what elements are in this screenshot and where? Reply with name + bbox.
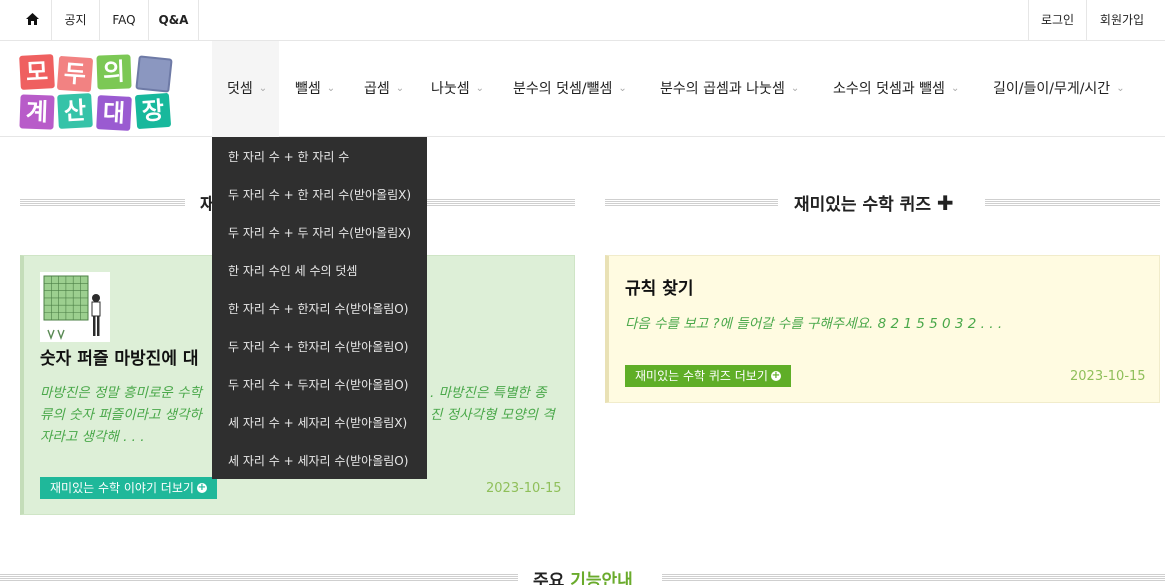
desc-line: 진 정사각형 모양의 격 (430, 407, 555, 423)
login-link[interactable]: 로그인 (1028, 0, 1087, 40)
signup-link[interactable]: 회원가입 (1087, 0, 1157, 40)
nav-label: 소수의 덧셈과 뺄셈 (833, 81, 945, 97)
top-utility-bar: 공지 FAQ Q&A 로그인 회원가입 (0, 0, 1165, 41)
title-decor-lines (605, 199, 778, 206)
quiz-section-text: 재미있는 수학 퀴즈 (794, 195, 931, 215)
quiz-card[interactable]: 규칙 찾기 다음 수를 보고 ?에 들어갈 수를 구해주세요. 8 2 1 5 … (605, 255, 1160, 403)
dropdown-item[interactable]: 세 자리 수 + 세자리 수(받아올림X) (228, 414, 407, 431)
quiz-section-title: 재미있는 수학 퀴즈 ✚ (605, 190, 1160, 215)
title-decor-lines (20, 199, 185, 206)
quiz-more-button[interactable]: 재미있는 수학 퀴즈 더보기 + (625, 365, 791, 387)
nav-item-fraction-mul-div[interactable]: 분수의 곱셈과 나눗셈 ⌄ (660, 41, 799, 137)
title-decor-lines (0, 574, 518, 581)
logo-tile: 두 (56, 55, 94, 93)
chevron-down-icon: ⌄ (475, 83, 485, 94)
chevron-down-icon: ⌄ (618, 83, 627, 94)
addition-dropdown-menu: 한 자리 수 + 한 자리 수 두 자리 수 + 한 자리 수(받아올림X) 두… (212, 137, 427, 479)
chevron-down-icon: ⌄ (950, 83, 960, 94)
features-title-part1: 주요 (533, 571, 565, 585)
dropdown-item[interactable]: 두 자리 수 + 한자리 수(받아올림O) (228, 338, 408, 355)
site-logo[interactable]: 모 두 의 계 산 대 장 (19, 54, 180, 131)
chevron-down-icon: ⌄ (258, 83, 268, 94)
desc-line: 마방진은 정말 흥미로운 수학 (40, 385, 202, 401)
dropdown-item[interactable]: 세 자리 수 + 세자리 수(받아올림O) (228, 452, 408, 469)
qna-link[interactable]: Q&A (149, 0, 199, 40)
chevron-down-icon: ⌄ (790, 83, 800, 94)
nav-item-decimal-add-sub[interactable]: 소수의 덧셈과 뺄셈 ⌄ (833, 41, 959, 137)
site-header: 모 두 의 계 산 대 장 덧셈 ⌄ 뺄셈 ⌄ 곱셈 ⌄ 나눗셈 ⌄ 분수의 덧셈/뺄셈… (0, 41, 1165, 137)
quiz-card-title[interactable]: 규칙 찾기 (625, 274, 693, 299)
dropdown-item[interactable]: 한 자리 수 + 한자리 수(받아올림O) (228, 300, 408, 317)
features-section-title: 주요 기능안내 (0, 565, 1165, 585)
plus-icon: ✚ (936, 191, 954, 215)
chevron-down-icon: ⌄ (326, 83, 336, 94)
notice-link[interactable]: 공지 (52, 0, 100, 40)
features-section-label: 주요 기능안내 (533, 566, 633, 585)
quiz-section-label: 재미있는 수학 퀴즈 ✚ (794, 190, 954, 215)
faq-link[interactable]: FAQ (100, 0, 149, 40)
logo-tile: 모 (19, 54, 55, 90)
nav-label: 분수의 덧셈/뺄셈 (513, 81, 613, 97)
story-card-desc: 마방진은 정말 흥미로운 수학 류의 숫자 퍼즐이라고 생각하 자라고 생각해 … (40, 382, 220, 448)
story-card-desc-tail: . 마방진은 특별한 종 진 정사각형 모양의 격 (430, 382, 570, 426)
story-more-button[interactable]: 재미있는 수학 이야기 더보기 + (40, 477, 217, 499)
nav-label: 길이/들이/무게/시간 (993, 81, 1111, 97)
magic-square-thumbnail (40, 272, 110, 342)
features-title-part2: 기능안내 (570, 571, 633, 585)
desc-line: 류의 숫자 퍼즐이라고 생각하 (40, 407, 202, 423)
more-button-label: 재미있는 수학 퀴즈 더보기 (635, 369, 768, 383)
nav-label: 나눗셈 (431, 81, 470, 97)
title-decor-lines (662, 574, 1165, 581)
dropdown-item[interactable]: 한 자리 수인 세 수의 덧셈 (228, 262, 357, 279)
logo-tile (135, 55, 173, 93)
nav-item-addition[interactable]: 덧셈 ⌄ (212, 41, 279, 137)
quiz-card-date: 2023-10-15 (1070, 369, 1146, 384)
story-card-date: 2023-10-15 (486, 481, 562, 496)
nav-item-multiplication[interactable]: 곱셈 ⌄ (364, 41, 404, 137)
nav-item-measurement[interactable]: 길이/들이/무게/시간 ⌄ (993, 41, 1125, 137)
home-icon (26, 13, 39, 25)
nav-label: 덧셈 (227, 81, 253, 97)
logo-tile: 대 (96, 95, 132, 131)
logo-tile: 산 (57, 93, 93, 129)
quiz-card-desc: 다음 수를 보고 ?에 들어갈 수를 구해주세요. 8 2 1 5 5 0 3 … (625, 316, 1003, 332)
title-decor-lines (985, 199, 1160, 206)
nav-item-fraction-add-sub[interactable]: 분수의 덧셈/뺄셈 ⌄ (513, 41, 627, 137)
title-decor-lines (410, 199, 575, 206)
nav-label: 분수의 곱셈과 나눗셈 (660, 81, 785, 97)
plus-circle-icon: + (196, 481, 207, 493)
desc-line: . 마방진은 특별한 종 (430, 385, 547, 401)
nav-item-subtraction[interactable]: 뺄셈 ⌄ (295, 41, 335, 137)
chevron-down-icon: ⌄ (395, 83, 405, 94)
logo-tile: 의 (96, 54, 132, 90)
home-link[interactable] (14, 0, 52, 40)
dropdown-item[interactable]: 두 자리 수 + 두자리 수(받아올림O) (228, 376, 408, 393)
magic-square-icon (40, 272, 110, 342)
desc-line: 자라고 생각해 . . . (40, 429, 145, 445)
story-card-title[interactable]: 숫자 퍼즐 마방진에 대 (40, 344, 199, 369)
dropdown-item[interactable]: 두 자리 수 + 두 자리 수(받아올림X) (228, 224, 411, 241)
logo-tile: 장 (134, 92, 172, 130)
nav-label: 곱셈 (364, 81, 390, 97)
dropdown-item[interactable]: 두 자리 수 + 한 자리 수(받아올림X) (228, 186, 411, 203)
nav-item-division[interactable]: 나눗셈 ⌄ (431, 41, 484, 137)
logo-tile: 계 (19, 94, 55, 130)
dropdown-item[interactable]: 한 자리 수 + 한 자리 수 (228, 148, 349, 165)
nav-label: 뺄셈 (295, 81, 321, 97)
chevron-down-icon: ⌄ (1116, 83, 1125, 94)
more-button-label: 재미있는 수학 이야기 더보기 (50, 481, 194, 495)
plus-circle-icon: + (770, 369, 781, 381)
